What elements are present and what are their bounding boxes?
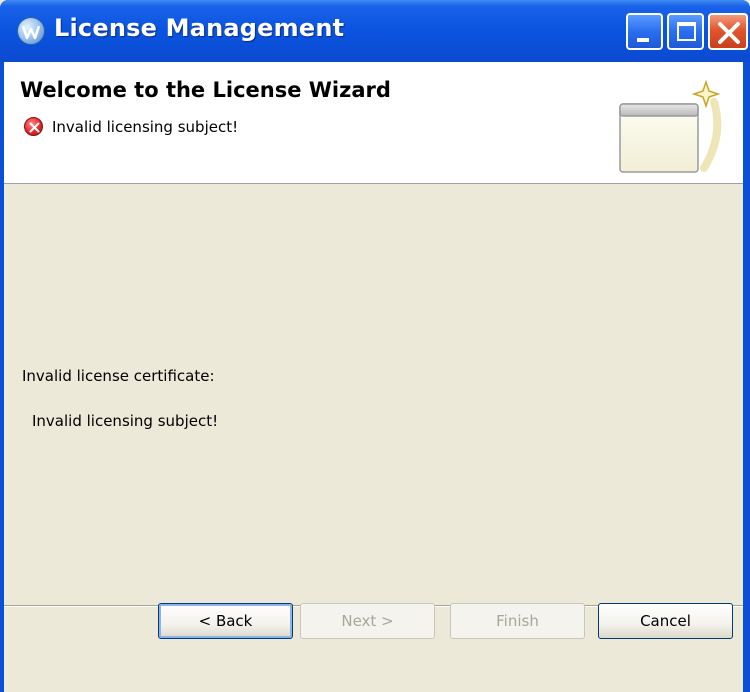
back-button[interactable]: < Back bbox=[158, 603, 293, 639]
license-management-window: License Management Welcome to the Licens… bbox=[0, 0, 750, 692]
maximize-button[interactable] bbox=[667, 13, 704, 50]
app-icon bbox=[17, 17, 45, 45]
cancel-button[interactable]: Cancel bbox=[598, 603, 733, 639]
close-button[interactable] bbox=[708, 13, 748, 50]
maximize-icon bbox=[677, 22, 696, 41]
finish-button[interactable]: Finish bbox=[450, 603, 585, 639]
title-bar[interactable]: License Management bbox=[0, 0, 750, 62]
window-title: License Management bbox=[54, 14, 345, 42]
minimize-icon bbox=[637, 38, 649, 42]
minimize-button[interactable] bbox=[626, 13, 663, 50]
next-button[interactable]: Next > bbox=[300, 603, 435, 639]
dialog-client-area: Welcome to the License Wizard Invalid li… bbox=[4, 62, 743, 692]
close-icon bbox=[718, 22, 740, 44]
